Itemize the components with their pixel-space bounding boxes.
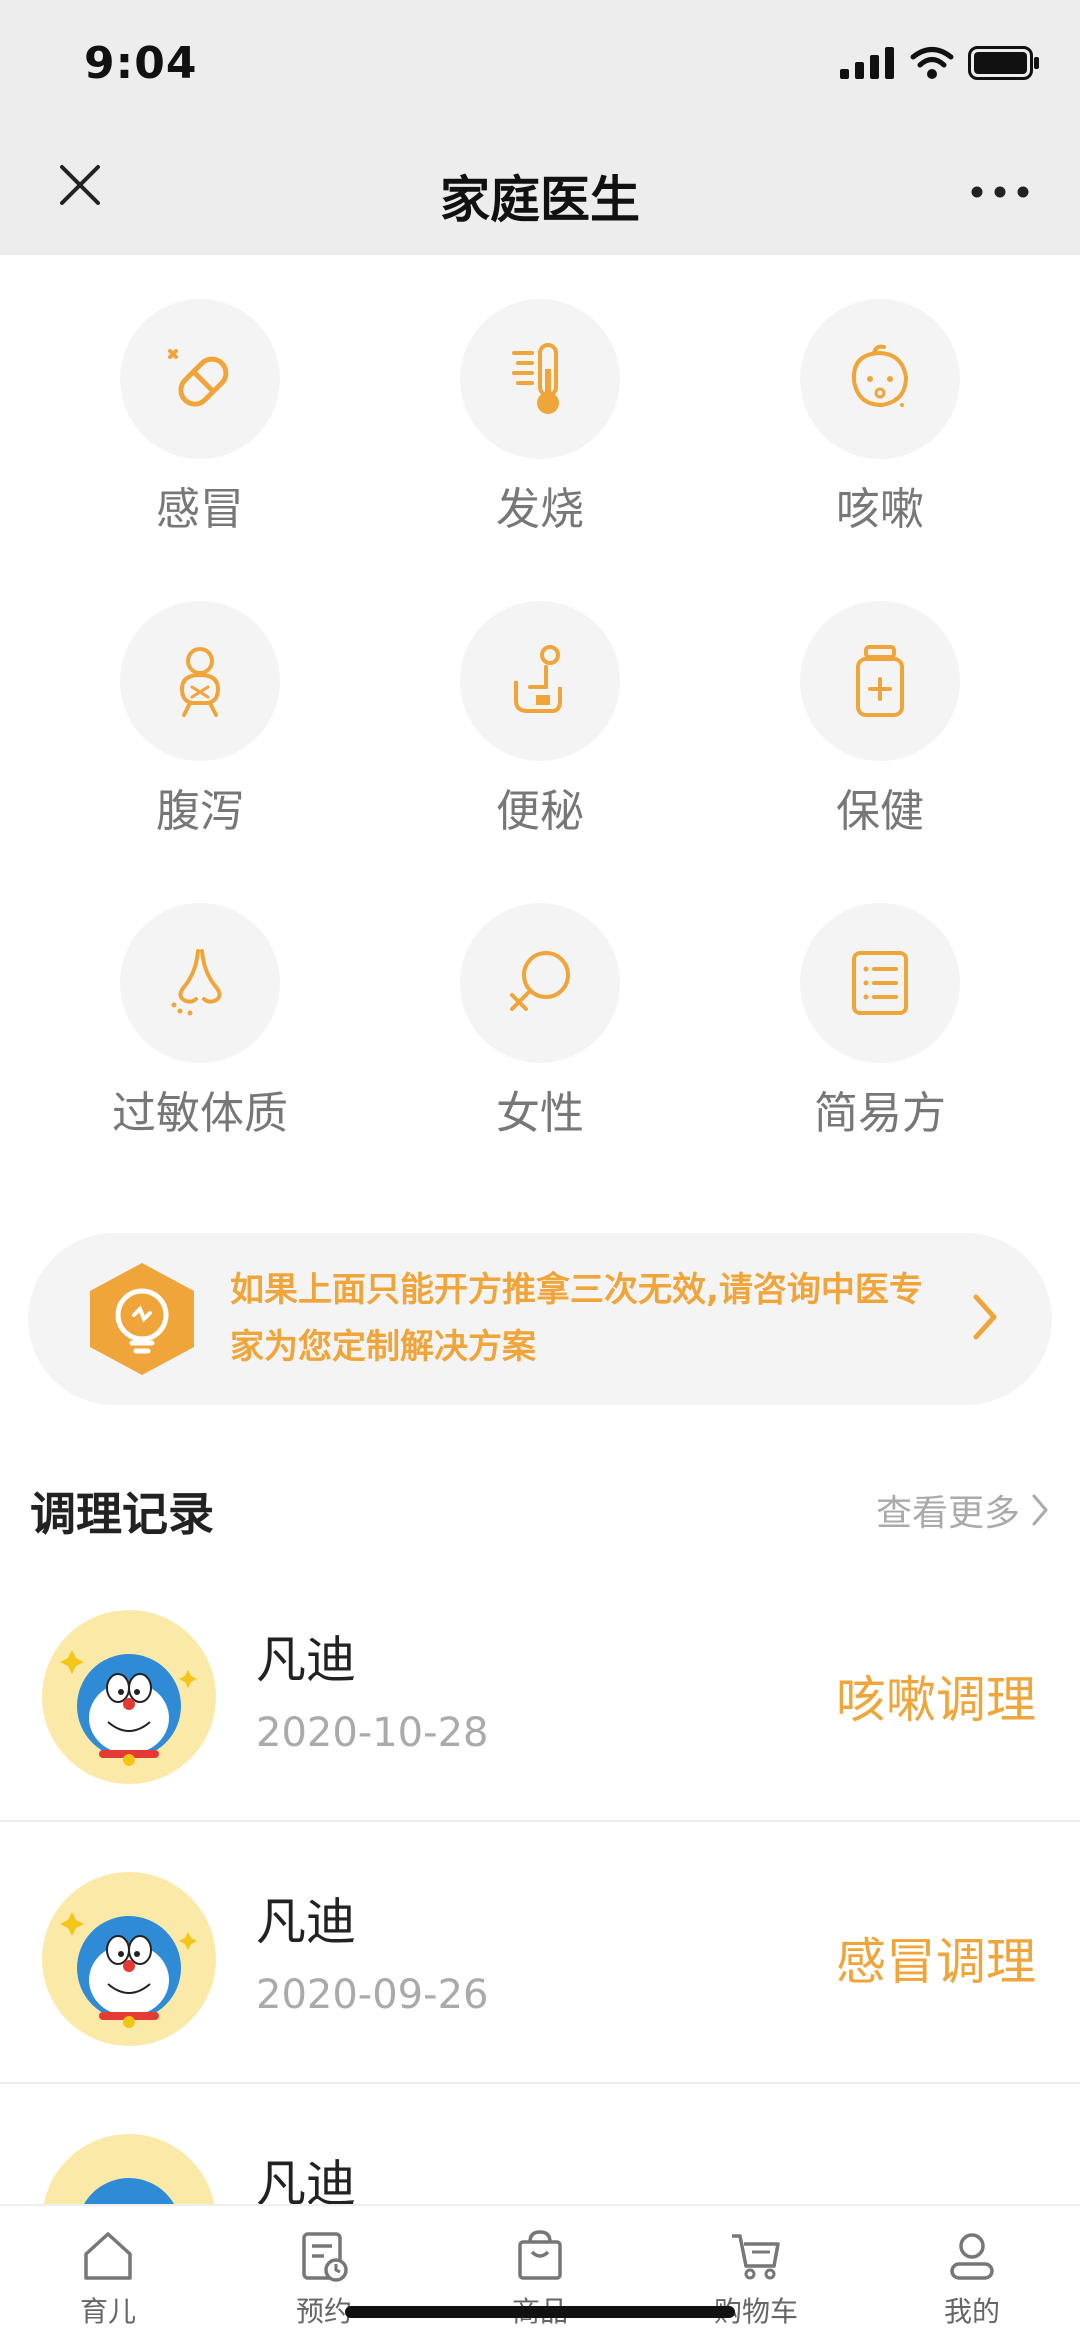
category-icon-circle [800, 903, 960, 1063]
female-symbol-icon [510, 951, 570, 1011]
consult-banner[interactable]: 如果上面只能开方推拿三次无效,请咨询中医专家为您定制解决方案 [28, 1233, 1052, 1405]
record-item[interactable]: 凡迪 2020-09-26 感冒调理 [0, 1822, 1080, 2084]
category-constipation[interactable]: 便秘 [370, 557, 710, 857]
record-type: 咳嗽调理 [836, 1671, 1036, 1729]
baby-body-icon [179, 647, 221, 717]
medicine-bottle-icon [856, 645, 904, 717]
baby-cough-icon [851, 344, 909, 408]
category-icon-circle [120, 299, 280, 459]
lightbulb-icon [84, 1259, 200, 1379]
top-bar: 9:04 家庭医生 [0, 0, 1080, 255]
category-label: 简易方 [814, 1088, 946, 1139]
tab-appointment[interactable]: 预约 [216, 2206, 432, 2339]
status-icons [840, 46, 1040, 80]
record-item[interactable]: 凡迪 2020-10-28 咳嗽调理 [0, 1560, 1080, 1822]
wifi-icon [910, 47, 954, 79]
record-name: 凡迪 [256, 1893, 356, 1951]
section-title: 调理记录 [30, 1487, 214, 1541]
category-female[interactable]: 女性 [370, 859, 710, 1159]
category-label: 发烧 [496, 484, 584, 535]
chevron-right-icon [973, 1294, 997, 1340]
page-title: 家庭医生 [440, 171, 640, 229]
category-icon-circle [460, 601, 620, 761]
category-icon-circle [120, 903, 280, 1063]
tab-label: 我的 [943, 2295, 1000, 2328]
category-label: 过敏体质 [112, 1088, 288, 1139]
view-more-link[interactable]: 查看更多 [876, 1484, 1050, 1536]
category-icon-circle [460, 903, 620, 1063]
record-date: 2020-09-26 [256, 1972, 489, 2018]
category-icon-circle [800, 601, 960, 761]
prescription-list-icon [852, 951, 908, 1015]
tab-cart[interactable]: 购物车 [648, 2206, 864, 2339]
tab-bar: 育儿 预约 商品 购物车 我的 [0, 2204, 1080, 2339]
cart-icon [732, 2234, 780, 2280]
tab-products[interactable]: 商品 [432, 2206, 648, 2339]
category-label: 便秘 [496, 786, 584, 837]
more-button[interactable] [960, 162, 1040, 222]
home-icon [84, 2232, 132, 2280]
category-icon-circle [800, 299, 960, 459]
category-icon-circle [120, 601, 280, 761]
category-label: 感冒 [156, 484, 244, 535]
record-name: 凡迪 [256, 1631, 356, 1689]
category-fever[interactable]: 发烧 [370, 255, 710, 555]
home-indicator [345, 2306, 735, 2318]
category-grid: 感冒 发烧 咳嗽 腹泻 便秘 保健 过敏体质 女性 简易方 [0, 255, 1080, 1155]
more-icon [971, 186, 1029, 198]
category-diarrhea[interactable]: 腹泻 [30, 557, 370, 857]
nose-icon [171, 949, 222, 1016]
avatar [42, 1610, 216, 1784]
pill-icon [168, 349, 229, 407]
category-cough[interactable]: 咳嗽 [710, 255, 1050, 555]
category-label: 咳嗽 [836, 484, 924, 535]
view-more-label: 查看更多 [875, 1493, 1020, 1534]
tab-mine[interactable]: 我的 [864, 2206, 1080, 2339]
chevron-right-icon [1032, 1494, 1048, 1526]
category-healthcare[interactable]: 保健 [710, 557, 1050, 857]
category-cold[interactable]: 感冒 [30, 255, 370, 555]
category-label: 腹泻 [156, 786, 244, 837]
record-date: 2020-10-28 [256, 1710, 489, 1756]
category-simple-recipe[interactable]: 简易方 [710, 859, 1050, 1159]
category-label: 保健 [836, 786, 924, 837]
user-icon [950, 2233, 994, 2280]
tab-label: 预约 [295, 2295, 352, 2328]
category-label: 女性 [496, 1088, 584, 1139]
signal-icon [840, 47, 894, 79]
tab-label: 育儿 [79, 2295, 136, 2328]
battery-icon [968, 46, 1039, 80]
record-type: 感冒调理 [836, 1933, 1036, 1991]
tab-parenting[interactable]: 育儿 [0, 2206, 216, 2339]
category-allergy[interactable]: 过敏体质 [30, 859, 370, 1159]
appointment-icon [302, 2232, 348, 2282]
toilet-person-icon [514, 645, 562, 713]
avatar [42, 1872, 216, 2046]
category-icon-circle [460, 299, 620, 459]
shopping-bag-icon [518, 2230, 562, 2280]
status-time: 9:04 [84, 38, 198, 89]
thermometer-icon [512, 343, 559, 414]
banner-text: 如果上面只能开方推拿三次无效,请咨询中医专家为您定制解决方案 [230, 1270, 923, 1367]
